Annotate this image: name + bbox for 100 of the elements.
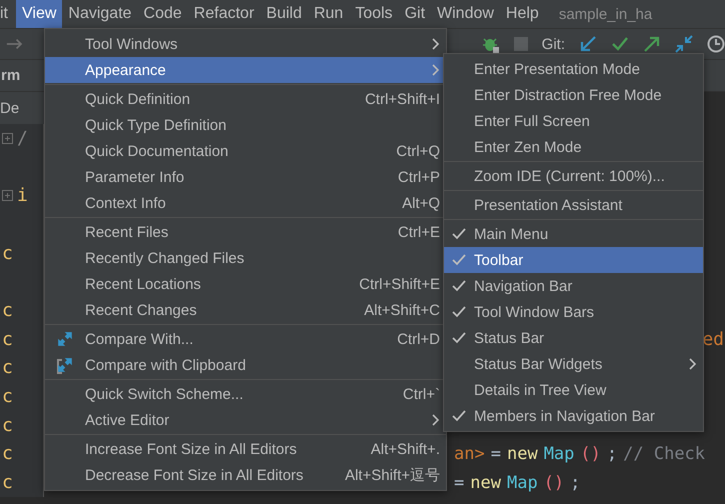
fold-icon[interactable] (2, 132, 13, 144)
check-icon[interactable] (611, 35, 629, 53)
clipboard-compare-icon (55, 355, 75, 375)
menu-item-label: Status Bar (474, 330, 546, 346)
menu-item[interactable]: Recent Files Ctrl+E (45, 219, 446, 245)
menu-bar-item[interactable]: View (16, 0, 62, 28)
menu-item-label: Recent Files (85, 224, 170, 240)
shortcut-label: Ctrl+` (402, 386, 440, 402)
menu-bar-item[interactable]: Window (431, 0, 500, 28)
menu-item[interactable]: Recent Locations Ctrl+Shift+E (45, 271, 446, 297)
code-fragment: c (2, 472, 13, 494)
shortcut-label: Alt+Shift+逗号 (344, 466, 440, 484)
menu-item[interactable]: Increase Font Size in All Editors Alt+Shift+. (45, 436, 446, 462)
panel-item[interactable]: De (0, 100, 20, 116)
fold-icon[interactable] (2, 190, 13, 202)
menu-item-label: Quick Switch Scheme... (85, 386, 244, 402)
menu-item[interactable]: Quick Switch Scheme... Ctrl+` (45, 381, 446, 407)
code-fragment: c (2, 328, 13, 350)
menu-item[interactable]: Active Editor (45, 407, 446, 433)
update-arrow-icon[interactable] (579, 35, 597, 53)
shortcut-label: Alt+Shift+C (364, 302, 440, 318)
menu-item-label: Main Menu (474, 226, 550, 242)
menu-bar-item[interactable]: Tools (349, 0, 399, 28)
menu-bar-item[interactable]: Navigate (62, 0, 138, 28)
menu-item[interactable]: Presentation Assistant (444, 192, 703, 218)
code-token: new (470, 472, 501, 493)
menu-item[interactable]: Compare With... Ctrl+D (45, 326, 446, 352)
menu-item[interactable]: Status Bar (444, 325, 703, 351)
menu-item-label: Enter Presentation Mode (474, 60, 641, 78)
menu-item[interactable]: Enter Presentation Mode (444, 56, 703, 82)
menu-item[interactable]: Tool Window Bars (444, 299, 703, 325)
menu-item-label: Zoom IDE (Current: 100%)... (474, 168, 666, 184)
menu-item-label: Parameter Info (85, 168, 186, 186)
code-fragment: c (2, 357, 13, 378)
menu-item-label: Increase Font Size in All Editors (85, 440, 298, 458)
menu-item[interactable]: Quick Type Definition (45, 112, 446, 138)
shortcut-label: Ctrl+D (397, 330, 440, 348)
menu-item[interactable]: Zoom IDE (Current: 100%)... (444, 163, 703, 189)
menu-item-label: Tool Windows (85, 36, 179, 52)
menu-item[interactable]: Decrease Font Size in All Editors Alt+Shift+逗号 (45, 462, 446, 488)
code-fragment: c (2, 414, 13, 436)
menu-item[interactable]: Recent Changes Alt+Shift+C (45, 297, 446, 323)
code-fragment: i (17, 185, 28, 206)
shortcut-label: Ctrl+Shift+E (359, 276, 440, 292)
menu-bar-item[interactable]: Help (500, 0, 545, 28)
shortcut-label: Alt+Shift+. (370, 440, 440, 458)
menu-item-label: Appearance (85, 62, 167, 78)
menu-bar-item[interactable]: Git (398, 0, 432, 28)
code-token: ed (702, 328, 724, 350)
menu-item-label: Navigation Bar (474, 278, 574, 294)
code-token: () (580, 444, 601, 464)
menu-item[interactable]: Toolbar (444, 247, 703, 273)
clock-icon[interactable] (707, 35, 725, 53)
menu-item[interactable]: Quick Definition Ctrl+Shift+I (45, 86, 446, 112)
forward-arrow-icon[interactable] (6, 37, 24, 51)
menu-item[interactable]: Quick Documentation Ctrl+Q (45, 138, 446, 164)
menu-item[interactable]: Main Menu (444, 221, 703, 247)
menu-bar-item[interactable]: it (0, 0, 14, 28)
menu-item-label: Recently Changed Files (85, 250, 246, 266)
menu-item[interactable]: Parameter Info Ctrl+P (45, 164, 446, 190)
menu-bar-item[interactable]: Run (308, 0, 350, 28)
menu-item[interactable]: Details in Tree View (444, 377, 703, 403)
menu-item[interactable]: Tool Windows (45, 31, 446, 57)
code-fragment: c (2, 386, 13, 408)
menu-item-label: Recent Locations (85, 276, 202, 292)
tool-window-title: rm (1, 67, 20, 84)
menu-item[interactable]: Enter Distraction Free Mode (444, 82, 703, 108)
menu-item-label: Enter Full Screen (474, 112, 591, 130)
menu-item-label: Active Editor (85, 412, 170, 428)
code-fragment: c (2, 242, 13, 264)
menu-item[interactable]: Navigation Bar (444, 273, 703, 299)
menu-item-label: Toolbar (474, 252, 524, 268)
menu-item[interactable]: Enter Full Screen (444, 108, 703, 134)
code-token: = (490, 444, 501, 464)
menu-bar-item[interactable]: Refactor (188, 0, 260, 28)
menu-item-label: Compare with Clipboard (85, 356, 247, 374)
menu-item-label: Recent Changes (85, 302, 198, 318)
shortcut-label: Ctrl+P (398, 168, 440, 186)
menu-item[interactable]: Compare with Clipboard (45, 352, 446, 378)
shortcut-label: Ctrl+Shift+I (364, 90, 440, 108)
merge-arrows-icon[interactable] (675, 35, 693, 53)
menu-item-label: Members in Navigation Bar (474, 408, 656, 424)
shortcut-label: Alt+Q (402, 194, 440, 212)
menu-bar-item[interactable]: Build (260, 0, 308, 28)
menu-item[interactable]: Status Bar Widgets (444, 351, 703, 377)
code-token: Map (506, 472, 538, 493)
menu-item[interactable]: Members in Navigation Bar (444, 403, 703, 429)
menu-item-label: Quick Type Definition (85, 116, 228, 134)
menu-item[interactable]: Appearance (45, 57, 446, 83)
code-fragment: c (2, 300, 13, 321)
code-token: () (544, 472, 564, 493)
compare-icon (55, 329, 75, 349)
menu-bar-item[interactable]: Code (138, 0, 188, 28)
code-token: ; (606, 444, 618, 464)
menu-item[interactable]: Enter Zen Mode (444, 134, 703, 160)
push-arrow-icon[interactable] (643, 35, 661, 53)
menu-item-label: Compare With... (85, 330, 194, 348)
menu-item[interactable]: Recently Changed Files (45, 245, 446, 271)
project-title: sample_in_ha (558, 6, 652, 22)
menu-item[interactable]: Context Info Alt+Q (45, 190, 446, 216)
